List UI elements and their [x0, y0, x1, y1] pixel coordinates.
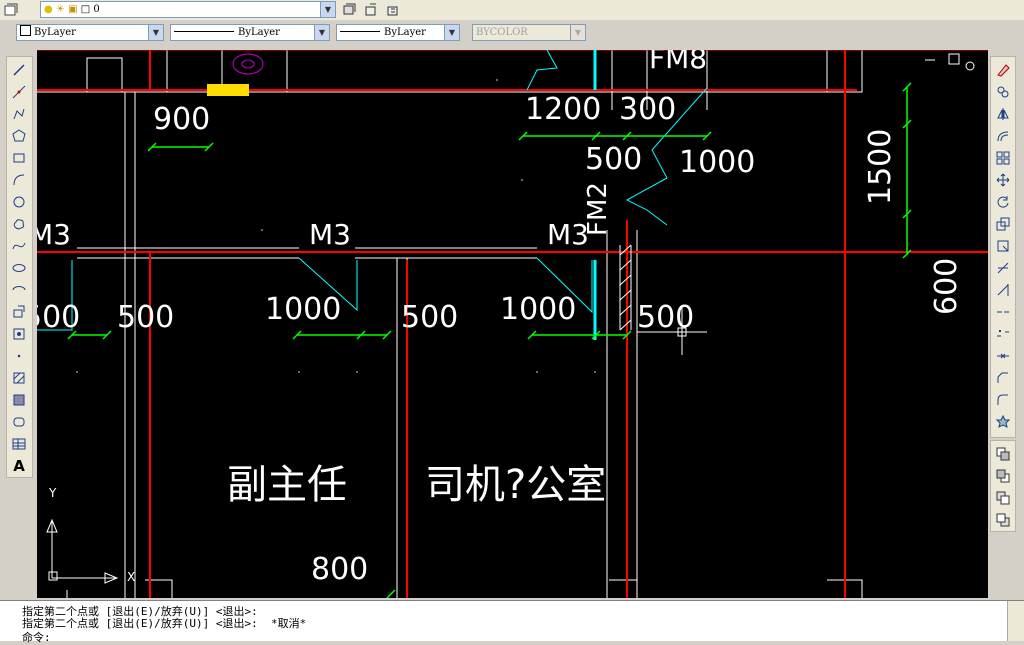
color-value: ByLayer	[34, 27, 76, 38]
line-sample-icon	[174, 31, 234, 32]
color-swatch-icon	[20, 25, 31, 36]
layers-toolbar: ● ☀ ▣ □ 0 ▼	[0, 0, 1024, 20]
trim-icon[interactable]	[994, 259, 1012, 277]
break-icon[interactable]	[994, 325, 1012, 343]
bring-above-icon[interactable]	[994, 489, 1012, 507]
room-label: 司机?公室	[425, 462, 607, 508]
plotstyle-combo: BYCOLOR ▼	[472, 24, 586, 41]
chevron-down-icon[interactable]: ▼	[148, 25, 163, 40]
send-to-back-icon[interactable]	[994, 467, 1012, 485]
arc-icon[interactable]	[10, 171, 28, 189]
fillet-icon[interactable]	[994, 391, 1012, 409]
drawing-canvas[interactable]: 900 1200 300 500 1000 1500 600 500 1000 …	[37, 50, 988, 598]
multiline-text-icon[interactable]: A	[10, 457, 28, 475]
ellipse-arc-icon[interactable]	[10, 281, 28, 299]
make-block-icon[interactable]	[10, 325, 28, 343]
color-combo[interactable]: ByLayer ▼	[16, 24, 164, 41]
mirror-icon[interactable]	[994, 105, 1012, 123]
ucs-x-label: X	[127, 570, 136, 584]
dimension-text: 600	[929, 257, 964, 315]
sun-icon: ☀	[55, 4, 65, 15]
construction-line-icon[interactable]	[10, 83, 28, 101]
erase-icon[interactable]	[994, 61, 1012, 79]
bring-to-front-icon[interactable]	[994, 445, 1012, 463]
ellipse-icon[interactable]	[10, 259, 28, 277]
polygon-icon[interactable]	[10, 127, 28, 145]
linetype-value: ByLayer	[238, 27, 280, 38]
line-icon[interactable]	[10, 61, 28, 79]
dimension-text: 1000	[265, 292, 342, 327]
lineweight-combo[interactable]: ByLayer ▼	[336, 24, 460, 41]
join-icon[interactable]	[994, 347, 1012, 365]
polyline-icon[interactable]	[10, 105, 28, 123]
layer-match-icon[interactable]	[384, 2, 402, 18]
layer-sep	[22, 2, 36, 18]
ucs-y-label: Y	[49, 486, 57, 500]
line-sample-icon	[340, 31, 380, 32]
send-under-icon[interactable]	[994, 511, 1012, 529]
point-icon[interactable]	[10, 347, 28, 365]
layer-name: 0	[93, 4, 100, 15]
properties-toolbar: ByLayer ▼ ByLayer ▼ ByLayer ▼ BYCOLOR ▼	[0, 20, 1024, 48]
spline-icon[interactable]	[10, 237, 28, 255]
dimension-text: 500	[37, 300, 81, 335]
linetype-combo[interactable]: ByLayer ▼	[170, 24, 330, 41]
array-icon[interactable]	[994, 149, 1012, 167]
plotstyle-value: BYCOLOR	[476, 27, 528, 38]
scale-icon[interactable]	[994, 215, 1012, 233]
hatch-icon[interactable]	[10, 369, 28, 387]
chevron-down-icon[interactable]: ▼	[314, 25, 329, 40]
chamfer-icon[interactable]	[994, 369, 1012, 387]
door-label: M3	[37, 218, 71, 251]
offset-icon[interactable]	[994, 127, 1012, 145]
room-label: 副主任	[227, 462, 347, 508]
move-icon[interactable]	[994, 171, 1012, 189]
command-scrollbar[interactable]	[1007, 601, 1024, 641]
door-label: FM8	[649, 50, 708, 75]
break-at-point-icon[interactable]	[994, 303, 1012, 321]
rotate-icon[interactable]	[994, 193, 1012, 211]
lock-icon: ▣	[68, 4, 78, 15]
lineweight-value: ByLayer	[384, 27, 426, 38]
command-window[interactable]: 指定第二个点或 [退出(E)/放弃(U)] <退出>: 指定第二个点或 [退出(…	[0, 600, 1024, 644]
insert-block-icon[interactable]	[10, 303, 28, 321]
dimension-text: 1000	[500, 292, 577, 327]
draw-toolbar: A	[6, 56, 33, 478]
region-icon[interactable]	[10, 413, 28, 431]
draw-order-toolbar	[990, 440, 1016, 532]
dimension-text: 500	[117, 300, 175, 335]
command-prompt[interactable]: 命令:	[22, 629, 51, 645]
bulb-icon: ●	[44, 4, 53, 15]
chevron-down-icon[interactable]: ▼	[444, 25, 459, 40]
extend-icon[interactable]	[994, 281, 1012, 299]
door-label: M3	[309, 218, 351, 251]
color-square-icon: □	[80, 4, 91, 15]
layer-manager-icon[interactable]	[2, 2, 20, 18]
layer-previous-icon[interactable]	[340, 2, 358, 18]
gradient-icon[interactable]	[10, 391, 28, 409]
layer-state-icon[interactable]	[362, 2, 380, 18]
dimension-text: 900	[153, 102, 211, 137]
circle-icon[interactable]	[10, 193, 28, 211]
stretch-icon[interactable]	[994, 237, 1012, 255]
explode-icon[interactable]	[994, 413, 1012, 431]
revision-cloud-icon[interactable]	[10, 215, 28, 233]
dimension-text: 500	[401, 300, 459, 335]
chevron-down-icon[interactable]: ▼	[320, 2, 335, 17]
modify-toolbar	[990, 56, 1016, 438]
dimension-text: 1000	[679, 145, 756, 180]
copy-icon[interactable]	[994, 83, 1012, 101]
dimension-text: 800	[311, 552, 369, 587]
command-history-line: 指定第二个点或 [退出(E)/放弃(U)] <退出>: *取消*	[22, 617, 307, 630]
chevron-down-icon: ▼	[570, 25, 585, 40]
dimension-text: 500	[585, 142, 643, 177]
rectangle-icon[interactable]	[10, 149, 28, 167]
dimension-text: 1200	[525, 92, 602, 127]
layer-combo[interactable]: ● ☀ ▣ □ 0 ▼	[40, 1, 336, 18]
dimension-text: 300	[619, 92, 677, 127]
door-label: FM2	[583, 182, 613, 236]
table-icon[interactable]	[10, 435, 28, 453]
dimension-text: 1500	[863, 128, 898, 205]
dimension-text: 500	[637, 300, 695, 335]
